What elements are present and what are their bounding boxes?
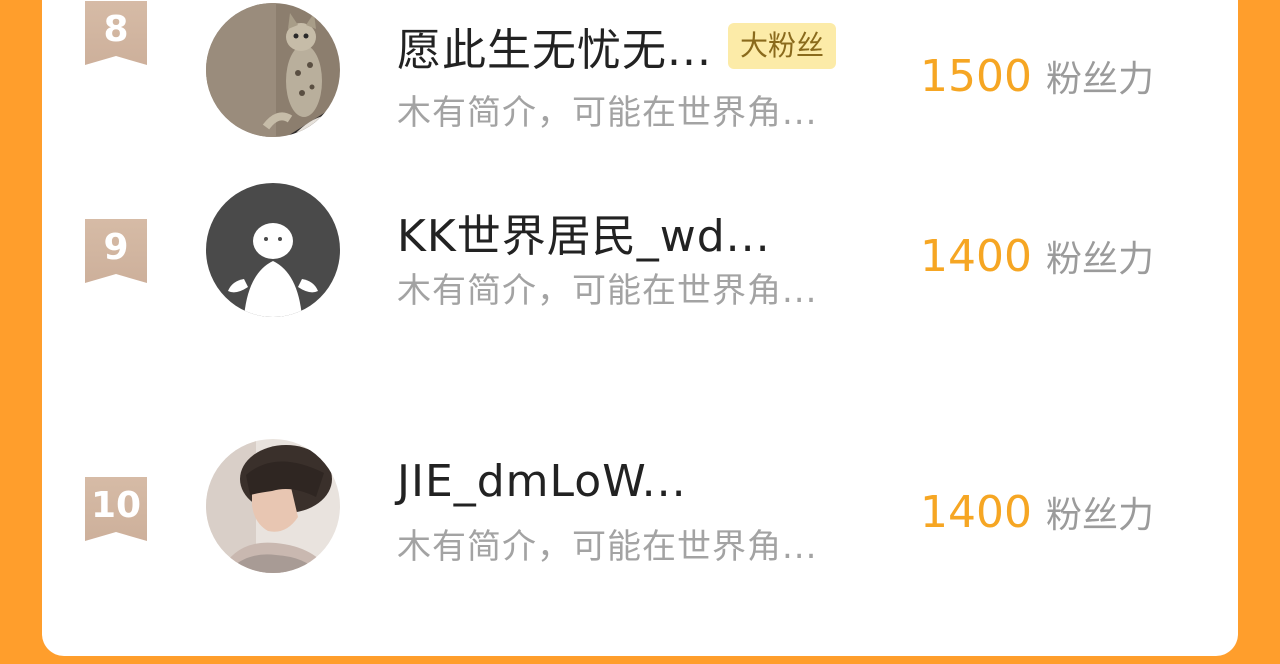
user-bio: 木有简介，可能在世界角... xyxy=(397,93,818,133)
default-person-icon xyxy=(206,183,340,317)
user-name[interactable]: 愿此生无忧无... xyxy=(397,14,712,78)
person-photo-icon xyxy=(206,439,340,573)
ranking-row[interactable]: 8 愿此生无忧无... 大粉丝 木有简介，可能在世界角... 1500 粉丝力 xyxy=(42,0,1238,160)
user-name[interactable]: JIE_dmLoW... xyxy=(397,456,687,507)
user-name-line: JIE_dmLoW... xyxy=(397,456,687,507)
fan-score-value: 1400 xyxy=(920,487,1032,538)
rank-badge: 9 xyxy=(85,219,147,283)
rank-badge: 10 xyxy=(85,477,147,541)
fan-score: 1500 粉丝力 xyxy=(920,50,1154,102)
cat-photo-icon xyxy=(206,3,340,137)
fan-score: 1400 粉丝力 xyxy=(920,486,1154,538)
person-avatar[interactable] xyxy=(206,439,340,573)
fan-score-value: 1400 xyxy=(920,231,1032,282)
ranking-row[interactable]: 9 KK世界居民_wd... 木有简介，可能在世界角... 1400 粉丝力 xyxy=(42,183,1238,378)
big-fan-badge: 大粉丝 xyxy=(727,23,836,69)
cat-avatar[interactable] xyxy=(206,3,340,137)
ranking-row[interactable]: 10 JIE_dmLoW... 木有简介，可能在世界角... 1400 粉丝力 xyxy=(42,439,1238,636)
ranking-card: 8 愿此生无忧无... 大粉丝 木有简介，可能在世界角... 1500 粉丝力 … xyxy=(42,0,1238,656)
fan-score: 1400 粉丝力 xyxy=(920,230,1154,282)
fan-score-unit: 粉丝力 xyxy=(1045,495,1154,536)
fan-score-unit: 粉丝力 xyxy=(1045,59,1154,100)
user-bio: 木有简介，可能在世界角... xyxy=(397,527,818,567)
fan-score-value: 1500 xyxy=(920,51,1032,102)
fan-score-unit: 粉丝力 xyxy=(1045,239,1154,280)
user-name[interactable]: KK世界居民_wd... xyxy=(397,200,771,264)
user-name-line: KK世界居民_wd... xyxy=(397,200,771,264)
default-avatar[interactable] xyxy=(206,183,340,317)
user-bio: 木有简介，可能在世界角... xyxy=(397,271,818,311)
rank-badge: 8 xyxy=(85,1,147,65)
user-name-line: 愿此生无忧无... 大粉丝 xyxy=(397,14,836,78)
